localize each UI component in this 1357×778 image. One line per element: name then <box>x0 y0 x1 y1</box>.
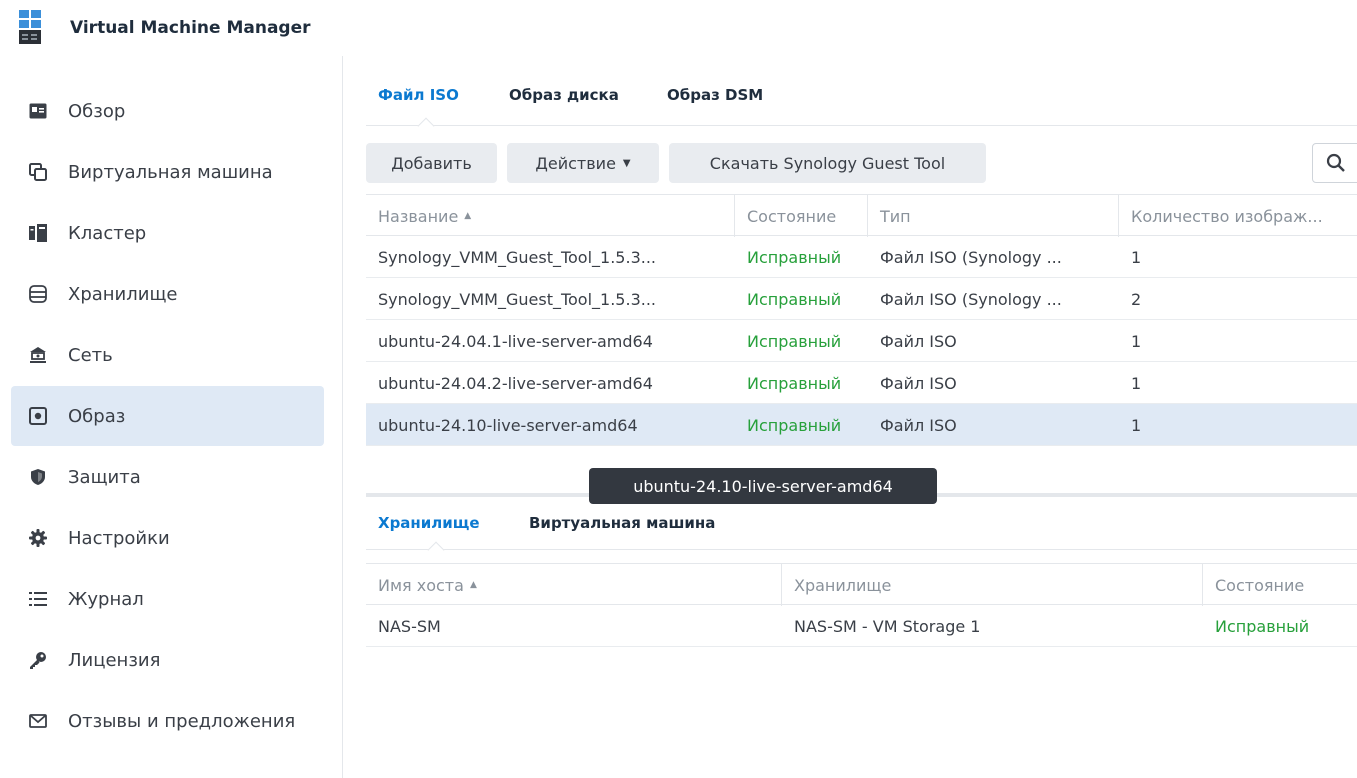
cell-status: Исправный <box>747 247 842 267</box>
column-header-status[interactable]: Состояние <box>735 195 867 237</box>
sidebar-item-label: Лицензия <box>68 649 161 671</box>
sidebar-item-cluster[interactable]: Кластер <box>11 203 324 263</box>
envelope-icon <box>28 711 48 731</box>
row-name-tooltip: ubuntu-24.10-live-server-amd64 <box>589 468 937 504</box>
image-tabs: Файл ISO Образ диска Образ DSM <box>366 86 1357 135</box>
cell-count: 1 <box>1131 373 1142 393</box>
sidebar-item-log[interactable]: Журнал <box>11 569 324 629</box>
overview-icon <box>28 101 48 121</box>
sidebar: Обзор Виртуальная машина Кластер Хранили… <box>0 56 343 778</box>
column-header-type[interactable]: Тип <box>868 195 1118 237</box>
sidebar-item-image[interactable]: Образ <box>11 386 324 446</box>
cell-name: Synology_VMM_Guest_Tool_1.5.3... <box>378 247 657 267</box>
detail-tabs: Хранилище Виртуальная машина <box>366 514 1357 559</box>
toolbar: Добавить Действие ▼ Скачать Synology Gue… <box>366 143 1357 183</box>
sidebar-item-label: Настройки <box>68 527 170 549</box>
sidebar-item-label: Хранилище <box>68 283 178 305</box>
tab-dsm-image[interactable]: Образ DSM <box>667 86 763 104</box>
cell-name: ubuntu-24.04.1-live-server-amd64 <box>378 331 653 351</box>
cell-name: ubuntu-24.10-live-server-amd64 <box>378 415 638 435</box>
cell-host-name: NAS-SM <box>378 616 441 636</box>
log-list-icon <box>28 589 48 609</box>
sidebar-item-storage[interactable]: Хранилище <box>11 264 324 324</box>
sidebar-item-label: Защита <box>68 466 141 488</box>
cell-status: Исправный <box>747 331 842 351</box>
column-header-image-count[interactable]: Количество изображ... <box>1119 195 1357 237</box>
sidebar-item-license[interactable]: Лицензия <box>11 630 324 690</box>
cell-status: Исправный <box>747 289 842 309</box>
column-header-status[interactable]: Состояние <box>1203 564 1357 606</box>
download-guest-tool-button[interactable]: Скачать Synology Guest Tool <box>669 143 986 183</box>
table-header: Название ▲ Состояние Тип Количество изоб… <box>366 194 1357 237</box>
sidebar-item-settings[interactable]: Настройки <box>11 508 324 568</box>
table-header: Имя хоста ▲ Хранилище Состояние <box>366 563 1357 606</box>
action-dropdown-button[interactable]: Действие ▼ <box>507 143 659 183</box>
cell-storage: NAS-SM - VM Storage 1 <box>794 616 981 636</box>
search-icon <box>1326 153 1345 172</box>
column-header-host-name[interactable]: Имя хоста ▲ <box>366 564 781 606</box>
table-row[interactable]: ubuntu-24.04.1-live-server-amd64 Исправн… <box>366 320 1357 362</box>
sidebar-item-label: Отзывы и предложения <box>68 710 296 732</box>
sort-asc-icon: ▲ <box>469 580 477 590</box>
cell-type: Файл ISO (Synology ... <box>880 289 1062 309</box>
search-button[interactable] <box>1312 143 1357 183</box>
cell-status: Исправный <box>1215 616 1310 636</box>
sidebar-item-overview[interactable]: Обзор <box>11 81 324 141</box>
image-icon <box>28 406 48 426</box>
active-tab-indicator <box>427 541 445 559</box>
caret-down-icon: ▼ <box>622 157 631 169</box>
action-label: Действие <box>535 153 616 173</box>
sidebar-item-label: Журнал <box>68 588 144 610</box>
cell-name: ubuntu-24.04.2-live-server-amd64 <box>378 373 653 393</box>
sidebar-item-label: Обзор <box>68 100 126 122</box>
column-header-name[interactable]: Название ▲ <box>366 195 734 237</box>
tab-iso-file[interactable]: Файл ISO <box>378 86 459 104</box>
active-tab-indicator <box>417 117 435 135</box>
table-row-selected[interactable]: ubuntu-24.10-live-server-amd64 Исправный… <box>366 404 1357 446</box>
sidebar-item-label: Кластер <box>68 222 147 244</box>
cell-count: 1 <box>1131 331 1142 351</box>
sort-asc-icon: ▲ <box>464 211 472 221</box>
sidebar-item-label: Сеть <box>68 344 113 366</box>
cell-status: Исправный <box>747 415 842 435</box>
shield-icon <box>28 467 48 487</box>
cell-status: Исправный <box>747 373 842 393</box>
app-logo-icon <box>19 10 41 44</box>
table-row[interactable]: NAS-SM NAS-SM - VM Storage 1 Исправный <box>366 605 1357 647</box>
table-row[interactable]: Synology_VMM_Guest_Tool_1.5.3... Исправн… <box>366 236 1357 278</box>
table-row[interactable]: ubuntu-24.04.2-live-server-amd64 Исправн… <box>366 362 1357 404</box>
cell-count: 1 <box>1131 247 1142 267</box>
cell-count: 2 <box>1131 289 1142 309</box>
tab-disk-image[interactable]: Образ диска <box>509 86 619 104</box>
cell-type: Файл ISO <box>880 331 957 351</box>
network-icon <box>28 345 48 365</box>
cell-type: Файл ISO <box>880 415 957 435</box>
sidebar-item-feedback[interactable]: Отзывы и предложения <box>11 691 324 751</box>
gear-icon <box>28 528 48 548</box>
sidebar-item-label: Виртуальная машина <box>68 161 273 183</box>
cell-name: Synology_VMM_Guest_Tool_1.5.3... <box>378 289 657 309</box>
tab-storage[interactable]: Хранилище <box>378 514 480 532</box>
key-icon <box>28 650 48 670</box>
sidebar-item-label: Образ <box>68 405 126 427</box>
cluster-icon <box>28 223 48 243</box>
sidebar-item-virtual-machine[interactable]: Виртуальная машина <box>11 142 324 202</box>
sidebar-item-protection[interactable]: Защита <box>11 447 324 507</box>
table-row[interactable]: Synology_VMM_Guest_Tool_1.5.3... Исправн… <box>366 278 1357 320</box>
column-header-storage[interactable]: Хранилище <box>782 564 1202 606</box>
main-content: Файл ISO Образ диска Образ DSM Добавить … <box>366 56 1357 778</box>
app-title: Virtual Machine Manager <box>70 18 311 38</box>
title-bar: Virtual Machine Manager <box>0 0 1357 56</box>
add-button[interactable]: Добавить <box>366 143 497 183</box>
storage-icon <box>28 284 48 304</box>
virtual-machine-icon <box>28 162 48 182</box>
cell-type: Файл ISO (Synology ... <box>880 247 1062 267</box>
tab-virtual-machine[interactable]: Виртуальная машина <box>529 514 715 532</box>
cell-type: Файл ISO <box>880 373 957 393</box>
cell-count: 1 <box>1131 415 1142 435</box>
sidebar-item-network[interactable]: Сеть <box>11 325 324 385</box>
